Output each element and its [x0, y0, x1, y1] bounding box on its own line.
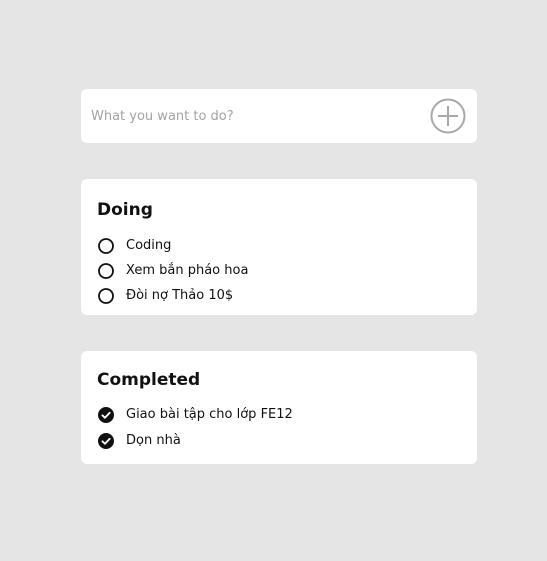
task-item: Dọn nhà: [98, 428, 293, 454]
empty-circle-icon[interactable]: [98, 262, 114, 279]
add-task-card: [81, 89, 477, 143]
task-input[interactable]: [91, 89, 421, 143]
empty-circle-icon[interactable]: [98, 287, 114, 304]
task-item: Giao bài tập cho lớp FE12: [98, 402, 293, 428]
task-label: Đòi nợ Thảo 10$: [126, 287, 234, 303]
completed-section: Completed Giao bài tập cho lớp FE12 Dọn …: [81, 351, 477, 464]
empty-circle-icon[interactable]: [98, 237, 114, 254]
task-label: Giao bài tập cho lớp FE12: [126, 407, 293, 422]
completed-task-list: Giao bài tập cho lớp FE12 Dọn nhà: [98, 402, 293, 454]
doing-section: Doing Coding Xem bắn pháo hoa Đòi nợ Thả…: [81, 179, 477, 315]
doing-task-list: Coding Xem bắn pháo hoa Đòi nợ Thảo 10$: [98, 233, 248, 308]
check-circle-icon[interactable]: [98, 433, 114, 449]
plus-circle-icon: [430, 98, 466, 134]
task-label: Coding: [126, 237, 172, 253]
task-label: Xem bắn pháo hoa: [126, 262, 249, 278]
task-item: Xem bắn pháo hoa: [98, 258, 248, 283]
check-circle-icon[interactable]: [98, 407, 114, 423]
task-item: Đòi nợ Thảo 10$: [98, 283, 248, 308]
task-label: Dọn nhà: [126, 433, 181, 448]
doing-title: Doing: [97, 200, 153, 220]
add-task-button[interactable]: [430, 98, 466, 134]
completed-title: Completed: [97, 370, 201, 390]
task-item: Coding: [98, 233, 248, 258]
